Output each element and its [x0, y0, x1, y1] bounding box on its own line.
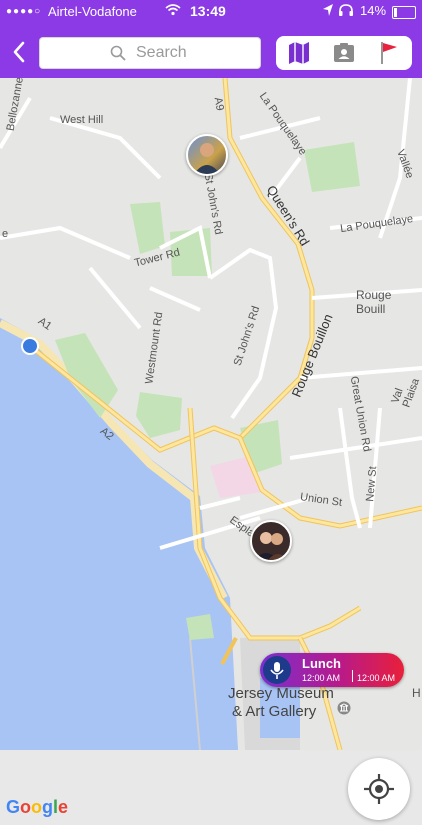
location-arrow-icon — [323, 4, 333, 16]
map-label-edge-h: H — [412, 686, 421, 700]
battery-icon — [392, 6, 416, 19]
poi-name-line2: & Art Gallery — [232, 703, 317, 720]
signal-strength: ●●●●○ — [6, 6, 42, 17]
flag-icon — [380, 42, 397, 64]
event-start-time: 12:00 AM — [302, 673, 341, 683]
map-icon — [288, 42, 309, 64]
event-end-time: 12:00 AM — [357, 673, 396, 683]
wifi-icon — [165, 4, 181, 16]
museum-icon — [337, 701, 351, 715]
map-label-edge-e: e — [2, 228, 9, 240]
google-logo-letter: o — [31, 797, 43, 817]
poi-name-line1: Jersey Museum — [228, 685, 334, 702]
microphone-icon — [263, 656, 291, 684]
map-label-west-hill: West Hill — [60, 114, 104, 126]
friend-marker-1[interactable] — [186, 134, 228, 176]
google-logo-letter: G — [6, 797, 21, 817]
avatar — [254, 532, 288, 560]
tab-map[interactable] — [276, 36, 321, 70]
carrier-name: Airtel-Vodafone — [48, 4, 137, 19]
avatar — [194, 143, 220, 174]
map-label-a9: A9 — [211, 96, 226, 112]
my-location-button[interactable] — [348, 758, 410, 820]
google-logo-letter: o — [20, 797, 32, 817]
tab-flags[interactable] — [366, 36, 411, 70]
map-label-rouge-bouillon-east: Rouge Bouill — [356, 288, 392, 316]
tab-contacts[interactable] — [321, 36, 366, 70]
clock: 13:49 — [190, 3, 226, 19]
friend-marker-2[interactable] — [250, 520, 292, 562]
map-view[interactable]: West Hill A9 La Pouquelaye La Pouquelaye… — [0, 76, 422, 820]
back-chevron-icon[interactable] — [10, 40, 28, 64]
google-logo-letter: g — [42, 797, 54, 817]
battery-percent: 14% — [360, 3, 387, 18]
headphones-icon — [339, 4, 353, 16]
crosshair-icon — [364, 774, 394, 804]
top-bar: ●●●●○ Airtel-Vodafone 13:49 14% Search — [0, 0, 422, 78]
time-divider — [352, 670, 353, 682]
view-tabs — [276, 36, 412, 70]
status-bar: ●●●●○ Airtel-Vodafone 13:49 14% — [0, 0, 422, 24]
search-icon — [110, 45, 126, 61]
google-logo: Google — [6, 797, 68, 818]
search-field[interactable]: Search — [40, 38, 260, 68]
event-callout[interactable]: Lunch 12:00 AM 12:00 AM — [260, 653, 404, 687]
poi-museum-label[interactable]: Jersey Museum & Art Gallery — [228, 685, 334, 721]
google-logo-letter: e — [58, 797, 69, 817]
event-title: Lunch — [302, 656, 341, 671]
contact-card-icon — [333, 43, 354, 62]
search-placeholder: Search — [136, 44, 187, 61]
